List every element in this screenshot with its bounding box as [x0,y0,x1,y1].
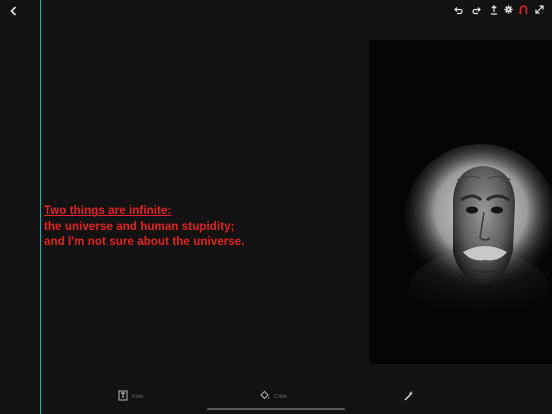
share-icon[interactable] [490,5,498,15]
magnet-icon[interactable] [519,5,528,15]
font-tool-button[interactable]: Font [118,390,143,404]
portrait-photo[interactable] [369,40,552,364]
gear-icon[interactable] [504,5,513,14]
expand-icon[interactable] [535,5,544,14]
redo-icon[interactable] [472,6,481,15]
home-indicator [207,408,345,410]
color-tool-label: Color [274,394,288,400]
paint-bucket-icon [259,388,270,406]
canvas-guide-line [40,0,41,414]
font-tool-label: Font [132,394,144,400]
quote-line-2: the universe and human stupidity; [44,220,235,233]
quote-line-1: Two things are infinite: [44,205,172,217]
effects-tool-button[interactable] [403,390,414,404]
quote-line-3: and I'm not sure about the universe. [44,236,245,248]
undo-icon[interactable] [454,6,463,15]
top-bar [0,0,552,22]
chevron-left-icon[interactable] [10,6,17,16]
quote-text[interactable]: Two things are infinite: the universe an… [44,204,245,251]
font-icon [118,388,128,406]
color-tool-button[interactable]: Color [259,390,287,404]
magic-wand-icon [403,388,414,406]
